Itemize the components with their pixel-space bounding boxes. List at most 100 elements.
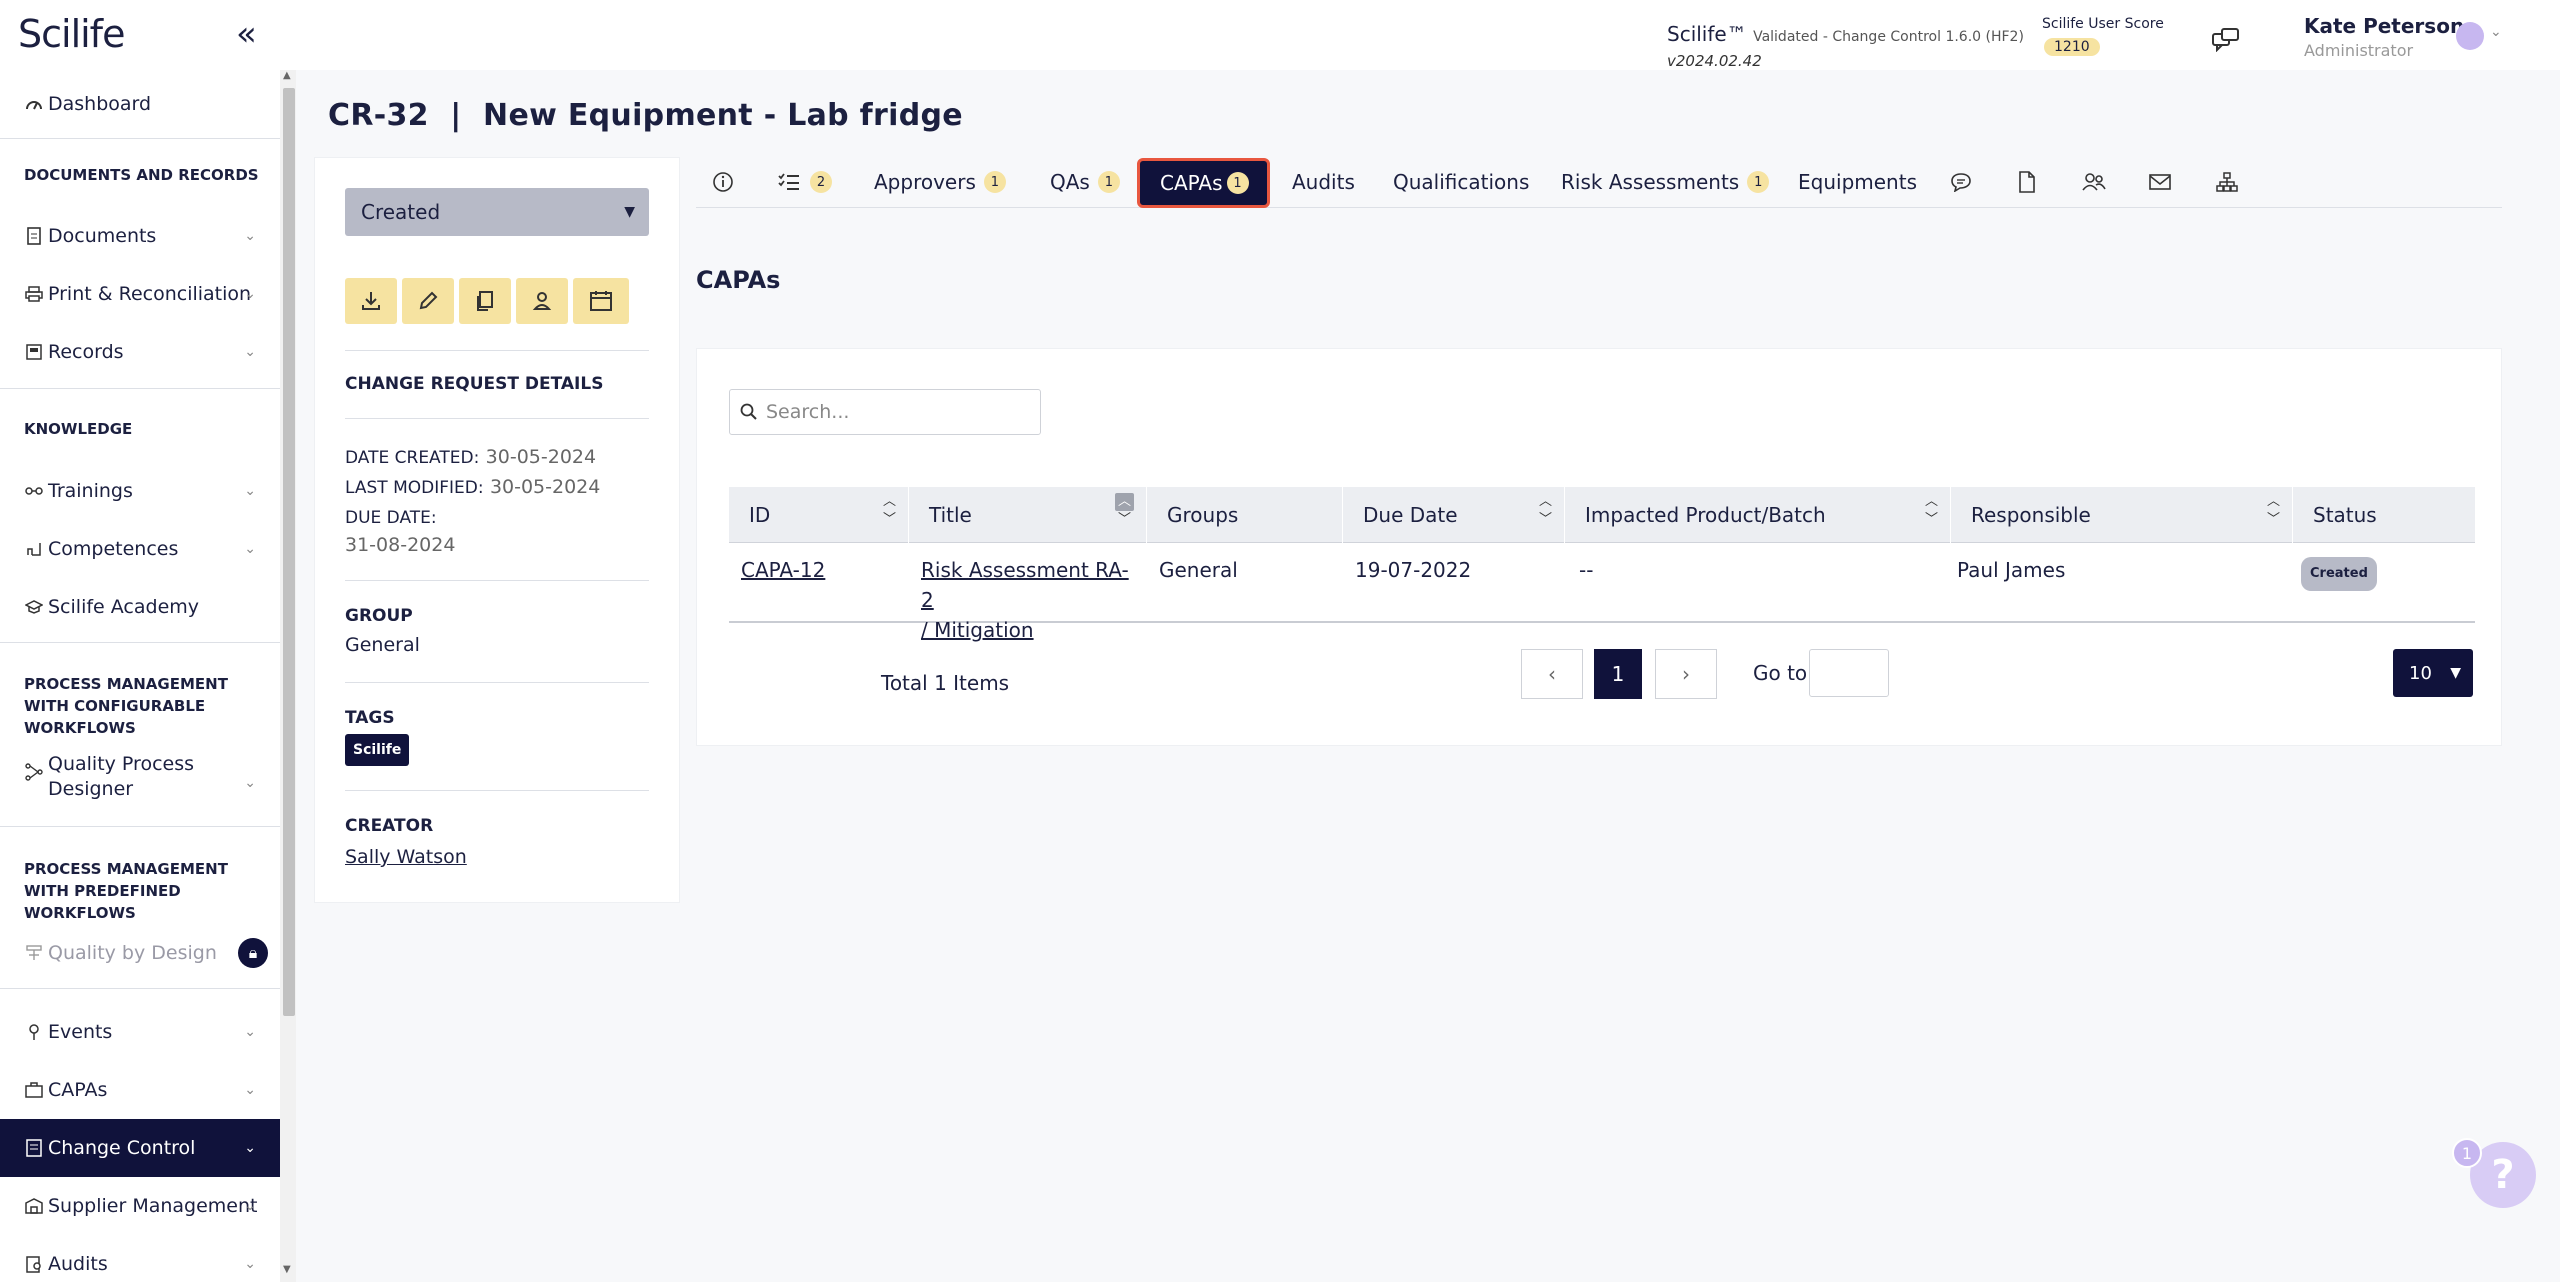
user-menu[interactable]: Kate Peterson Administrator (2304, 14, 2464, 60)
tab-comments[interactable] (1948, 156, 1974, 208)
capa-title-link[interactable]: Risk Assessment RA-2/ Mitigation (921, 558, 1129, 642)
sidebar-item-label: Records (48, 341, 124, 363)
chevron-down-icon: ⌄ (244, 1082, 256, 1098)
capa-id-cell: CAPA-12 (741, 555, 825, 585)
copy-button[interactable] (459, 278, 511, 324)
chevron-down-icon[interactable]: ⌄ (2490, 24, 2502, 40)
tab-label: Approvers (874, 170, 976, 194)
user-name: Kate Peterson (2304, 14, 2465, 38)
calendar-button[interactable] (573, 278, 629, 324)
search-input[interactable] (766, 401, 1026, 423)
tab-audits[interactable]: Audits (1292, 156, 1355, 208)
tab-equipments[interactable]: Equipments (1798, 156, 1917, 208)
creator-link[interactable]: Sally Watson (345, 846, 467, 868)
sort-icon[interactable]: ︿ ﹀ (1114, 493, 1134, 529)
tab-tasks[interactable]: 2 (776, 156, 832, 208)
tab-files[interactable] (2014, 156, 2040, 208)
sort-icon[interactable]: ︿ ﹀ (1925, 493, 1938, 529)
prev-page-button[interactable]: ‹ (1521, 649, 1583, 699)
column-header-id[interactable]: ID ︿ ﹀ (729, 487, 909, 543)
column-header-due-date[interactable]: Due Date ︿ ﹀ (1343, 487, 1565, 543)
sidebar-item-print-reconciliation[interactable]: Print & Reconciliation ⌄ (0, 269, 280, 319)
tab-qas[interactable]: QAs 1 (1050, 156, 1120, 208)
tab-info[interactable] (710, 156, 736, 208)
tab-mail[interactable] (2147, 156, 2173, 208)
column-header-status[interactable]: Status (2293, 487, 2475, 543)
capas-table: ID ︿ ﹀ Title ︿ ﹀ Groups Due Date ︿ ﹀ Impact… (729, 487, 2475, 642)
tab-qualifications[interactable]: Qualifications (1393, 156, 1529, 208)
feedback-icon[interactable] (2212, 28, 2240, 53)
scroll-up-icon[interactable]: ▲ (283, 70, 291, 81)
due-date-label: DUE DATE: (345, 508, 437, 528)
sidebar-item-documents[interactable]: Documents ⌄ (0, 211, 280, 261)
date-created-value: 30-05-2024 (485, 446, 597, 468)
scilife-logo[interactable]: Scilife (18, 12, 125, 56)
sidebar-item-label: Trainings (48, 480, 133, 502)
tab-hierarchy[interactable] (2214, 156, 2240, 208)
tab-users[interactable] (2081, 156, 2107, 208)
event-icon (24, 1022, 44, 1042)
column-header-responsible[interactable]: Responsible ︿ ﹀ (1951, 487, 2293, 543)
status-dropdown[interactable]: Created ▼ (345, 188, 649, 236)
search-icon (740, 402, 758, 426)
capa-status-cell: Created (2301, 555, 2377, 591)
sidebar-item-capas[interactable]: CAPAs ⌄ (0, 1065, 280, 1115)
page-number-button[interactable]: 1 (1594, 649, 1642, 699)
sort-icon[interactable]: ︿ ﹀ (1539, 493, 1552, 529)
group-label: GROUP (345, 606, 413, 626)
next-page-button[interactable]: › (1655, 649, 1717, 699)
divider (345, 418, 649, 419)
tab-label: Risk Assessments (1561, 170, 1740, 194)
sort-icon[interactable]: ︿ ﹀ (2267, 493, 2280, 529)
download-icon (362, 292, 380, 310)
sidebar-item-quality-by-design[interactable]: Quality by Design 🔒︎ (0, 928, 280, 978)
divider (0, 388, 280, 389)
collapse-sidebar-icon[interactable]: « (236, 14, 257, 54)
assign-user-button[interactable] (516, 278, 568, 324)
sidebar-item-dashboard[interactable]: Dashboard (0, 80, 280, 128)
sidebar-item-scilife-academy[interactable]: Scilife Academy (0, 582, 280, 632)
divider (0, 642, 280, 643)
edit-button[interactable] (402, 278, 454, 324)
capa-id-link[interactable]: CAPA-12 (741, 558, 825, 582)
tab-capas[interactable]: CAPAs 1 (1137, 158, 1270, 208)
table-row[interactable]: CAPA-12 Risk Assessment RA-2/ Mitigation… (729, 543, 2475, 642)
chevron-down-icon: ⌄ (244, 541, 256, 557)
audit-icon (24, 1254, 44, 1274)
avatar[interactable] (2456, 22, 2484, 50)
sort-icon[interactable]: ︿ ﹀ (883, 493, 896, 529)
sidebar: Dashboard DOCUMENTS AND RECORDS Document… (0, 70, 280, 1282)
sidebar-item-competences[interactable]: Competences ⌄ (0, 524, 280, 574)
section-knowledge: KNOWLEDGE (24, 420, 133, 438)
page-size-select[interactable]: 10 ▼ (2393, 649, 2473, 697)
printer-icon (24, 284, 44, 304)
column-header-impacted-product-batch[interactable]: Impacted Product/Batch ︿ ﹀ (1565, 487, 1951, 543)
tag-badge[interactable]: Scilife (345, 734, 410, 766)
sidebar-item-label: Quality Process Designer (48, 753, 195, 800)
group-value: General (345, 634, 420, 656)
sidebar-item-events[interactable]: Events ⌄ (0, 1007, 280, 1057)
download-button[interactable] (345, 278, 397, 324)
sidebar-item-change-control[interactable]: Change Control ⌄ (0, 1119, 280, 1177)
sidebar-item-quality-process-designer[interactable]: Quality Process Designer ⌄ (0, 750, 280, 816)
tab-risk-assessments[interactable]: Risk Assessments 1 (1561, 156, 1770, 208)
goto-page-input[interactable] (1809, 649, 1889, 697)
column-header-groups[interactable]: Groups (1147, 487, 1343, 543)
sidebar-item-label: Scilife Academy (48, 596, 200, 618)
sidebar-item-label: Audits (48, 1253, 108, 1275)
column-header-title[interactable]: Title ︿ ﹀ (909, 487, 1147, 543)
scroll-down-icon[interactable]: ▼ (283, 1264, 291, 1275)
divider (0, 988, 280, 989)
tab-approvers[interactable]: Approvers 1 (874, 156, 1006, 208)
last-modified-value: 30-05-2024 (489, 476, 601, 498)
help-count-badge: 1 (2452, 1138, 2482, 1168)
sidebar-item-supplier-management[interactable]: Supplier Management ⌄ (0, 1181, 280, 1231)
sidebar-item-audits[interactable]: Audits ⌄ (0, 1239, 280, 1282)
search-box[interactable] (729, 389, 1041, 435)
tab-label: Qualifications (1393, 170, 1530, 194)
divider (345, 350, 649, 351)
sidebar-item-records[interactable]: Records ⌄ (0, 327, 280, 377)
last-modified-label: LAST MODIFIED: (345, 478, 484, 498)
sidebar-scroll-thumb[interactable] (283, 88, 295, 1016)
sidebar-item-trainings[interactable]: Trainings ⌄ (0, 466, 280, 516)
